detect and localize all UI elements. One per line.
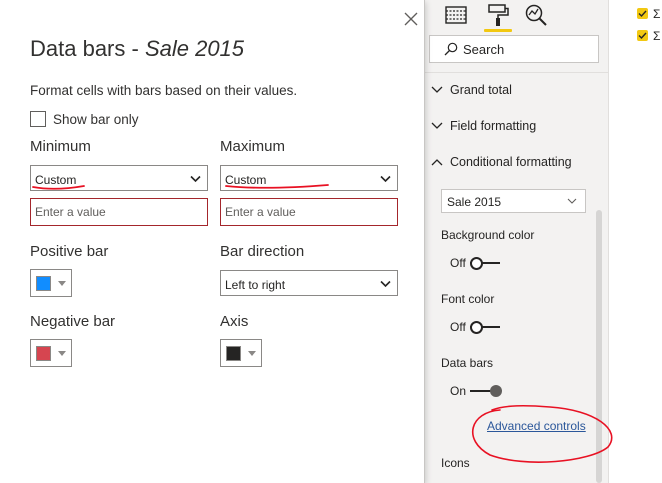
bar-direction-label: Bar direction xyxy=(220,243,305,260)
dialog-title-field: Sale 2015 xyxy=(144,36,245,61)
toggle-knob xyxy=(470,321,483,334)
minimum-value-input[interactable] xyxy=(30,198,208,226)
minimum-type-select[interactable]: Custom xyxy=(30,165,208,191)
maximum-label: Maximum xyxy=(220,138,286,155)
axis-color-picker[interactable] xyxy=(220,339,262,367)
field-sigma: Σ xyxy=(653,7,661,21)
chevron-up-icon xyxy=(431,159,443,166)
section-label: Grand total xyxy=(450,83,512,97)
active-tab-underline xyxy=(484,29,512,32)
font-color-label: Font color xyxy=(441,292,495,306)
fields-pane: Σ Σ xyxy=(608,0,662,483)
field-select[interactable]: Sale 2015 xyxy=(441,189,586,213)
maximum-type-select[interactable]: Custom xyxy=(220,165,398,191)
checkmark-icon xyxy=(638,10,647,18)
checkbox-box[interactable] xyxy=(30,111,46,127)
negative-bar-swatch xyxy=(36,346,51,361)
font-color-state: Off xyxy=(450,320,466,334)
close-icon xyxy=(404,12,418,26)
dialog-title: Data bars - Sale 2015 xyxy=(30,36,244,62)
dialog-title-main: Data bars - xyxy=(30,36,145,61)
axis-label: Axis xyxy=(220,313,249,330)
chevron-down-icon xyxy=(380,280,391,288)
positive-bar-swatch xyxy=(36,276,51,291)
dialog-description: Format cells with bars based on their va… xyxy=(30,83,298,98)
caret-down-icon xyxy=(248,351,256,356)
minimum-type-value: Custom xyxy=(35,173,77,187)
data-bars-toggle[interactable] xyxy=(470,384,502,398)
chevron-down-icon xyxy=(190,175,201,183)
icons-label: Icons xyxy=(441,456,470,470)
minimum-label: Minimum xyxy=(30,138,91,155)
field-checkbox[interactable] xyxy=(637,8,648,19)
bar-direction-select[interactable]: Left to right xyxy=(220,270,398,296)
checkmark-icon xyxy=(638,32,647,40)
data-bars-dialog: Data bars - Sale 2015 Format cells with … xyxy=(0,0,424,483)
data-bars-state: On xyxy=(450,384,467,398)
positive-bar-color-picker[interactable] xyxy=(30,269,72,297)
search-input[interactable] xyxy=(463,41,583,57)
section-label: Field formatting xyxy=(450,119,537,133)
section-conditional-formatting[interactable]: Conditional formatting xyxy=(425,151,608,175)
close-button[interactable] xyxy=(402,10,420,28)
background-color-toggle[interactable] xyxy=(470,256,502,270)
fields-divider xyxy=(608,0,609,483)
chevron-down-icon xyxy=(431,86,443,93)
caret-down-icon xyxy=(58,351,66,356)
show-bar-only-label: Show bar only xyxy=(53,112,139,127)
bar-direction-value: Left to right xyxy=(225,278,286,292)
negative-bar-color-picker[interactable] xyxy=(30,339,72,367)
pane-divider xyxy=(425,72,608,73)
search-icon xyxy=(444,42,458,56)
pane-scrollbar[interactable] xyxy=(596,210,602,483)
pane-search-box[interactable] xyxy=(429,35,599,63)
fields-table-icon[interactable] xyxy=(443,2,469,28)
advanced-controls-link[interactable]: Advanced controls xyxy=(487,419,586,433)
pane-view-switcher xyxy=(425,0,608,34)
negative-bar-label: Negative bar xyxy=(30,313,116,330)
field-select-value: Sale 2015 xyxy=(447,195,502,209)
chevron-down-icon xyxy=(567,198,577,204)
section-grand-total[interactable]: Grand total xyxy=(425,79,608,103)
maximum-value-input[interactable] xyxy=(220,198,398,226)
section-label: Conditional formatting xyxy=(450,155,572,169)
font-color-toggle[interactable] xyxy=(470,320,502,334)
toggle-knob xyxy=(470,257,483,270)
positive-bar-label: Positive bar xyxy=(30,243,109,260)
chevron-down-icon xyxy=(380,175,391,183)
chevron-down-icon xyxy=(431,122,443,129)
data-bars-label: Data bars xyxy=(441,356,494,370)
maximum-type-value: Custom xyxy=(225,173,267,187)
analytics-magnifier-icon[interactable] xyxy=(523,2,549,28)
axis-swatch xyxy=(226,346,241,361)
caret-down-icon xyxy=(58,281,66,286)
format-paint-roller-icon[interactable] xyxy=(485,2,511,28)
field-checkbox[interactable] xyxy=(637,30,648,41)
toggle-knob xyxy=(490,385,502,397)
background-color-label: Background color xyxy=(441,228,535,242)
format-pane: Grand total Field formatting Conditional… xyxy=(425,0,608,483)
section-field-formatting[interactable]: Field formatting xyxy=(425,115,608,139)
field-sigma: Σ xyxy=(653,29,661,43)
background-color-state: Off xyxy=(450,256,466,270)
